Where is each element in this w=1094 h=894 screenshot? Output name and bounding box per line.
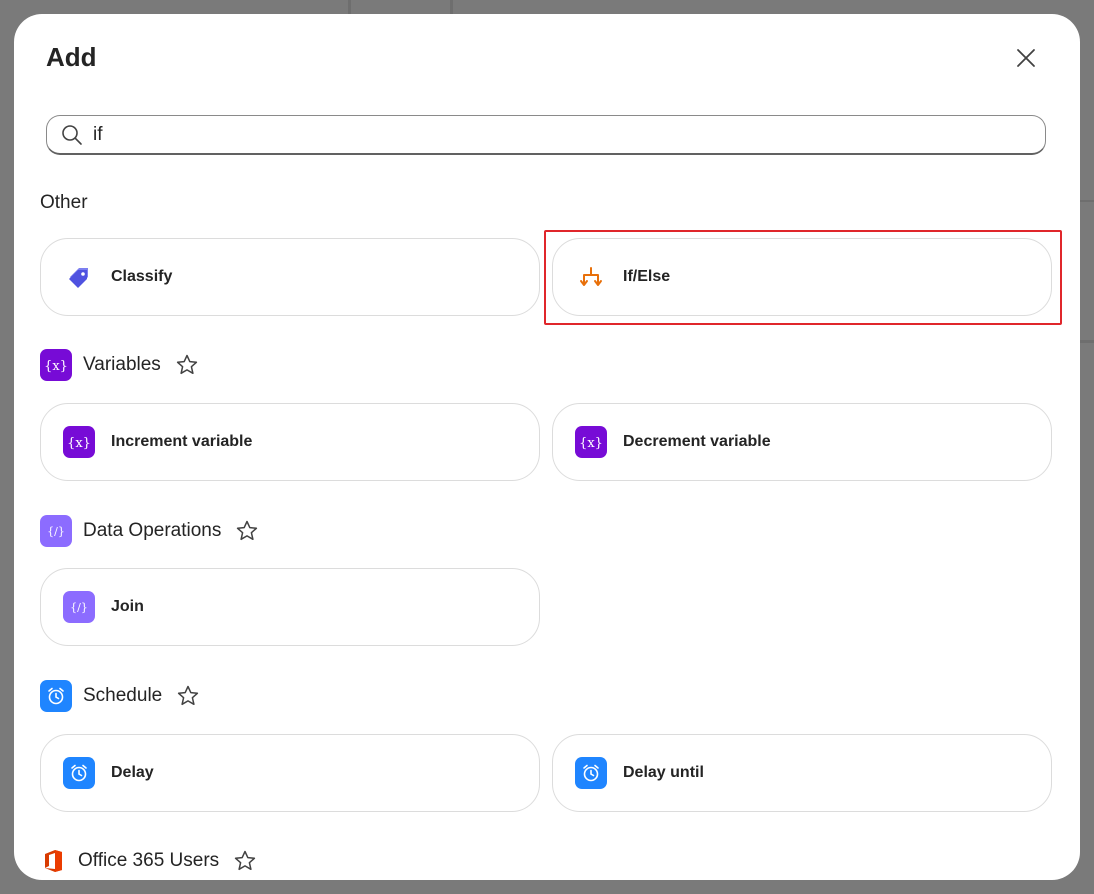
star-icon[interactable] [175,353,199,377]
section-header-data-operations: {∕} Data Operations [40,515,259,547]
backdrop-line [1080,200,1094,202]
close-icon [1016,48,1036,68]
alarm-clock-icon [575,757,607,789]
section-header-office365-users: Office 365 Users [40,845,257,877]
backdrop-line [348,0,351,14]
data-operations-icon: {∕} [63,591,95,623]
section-header-schedule: Schedule [40,680,200,712]
alarm-clock-icon [40,680,72,712]
dialog-title: Add [46,42,97,72]
action-card-join[interactable]: {∕} Join [40,568,540,646]
card-label: Delay [111,764,154,781]
variable-icon: {x} [40,349,72,381]
close-button[interactable] [1010,42,1042,74]
section-label: Office 365 Users [78,850,220,871]
action-card-delay-until[interactable]: Delay until [552,734,1052,812]
office-logo-icon [40,848,66,874]
star-icon[interactable] [176,684,200,708]
section-header-variables: {x} Variables [40,349,199,381]
section-header-other: Other [40,187,88,219]
add-dialog: Add Other Classify If/Else [14,14,1080,880]
svg-text:{∕}: {∕} [47,525,65,538]
search-input[interactable] [93,123,993,146]
alarm-clock-icon [63,757,95,789]
data-operations-icon: {∕} [40,515,72,547]
svg-text:{x}: {x} [44,359,68,374]
card-label: Increment variable [111,433,253,450]
action-card-increment-variable[interactable]: {x} Increment variable [40,403,540,481]
svg-text:{x}: {x} [67,436,91,451]
tag-icon [63,261,95,293]
backdrop-line [1080,340,1094,343]
variable-icon: {x} [575,426,607,458]
backdrop-line [450,0,453,14]
svg-text:{x}: {x} [579,436,603,451]
star-icon[interactable] [235,519,259,543]
section-label: Data Operations [83,520,222,541]
card-label: Delay until [623,764,704,781]
action-card-delay[interactable]: Delay [40,734,540,812]
section-label: Variables [83,354,161,375]
card-label: Decrement variable [623,433,771,450]
variable-icon: {x} [63,426,95,458]
svg-text:{∕}: {∕} [70,601,88,614]
card-label: Join [111,598,144,615]
search-box[interactable] [46,115,1046,155]
section-label: Other [40,192,88,213]
selection-highlight [544,230,1062,325]
section-label: Schedule [83,685,163,706]
search-icon [61,124,83,146]
star-icon[interactable] [233,849,257,873]
card-label: Classify [111,268,173,285]
action-card-classify[interactable]: Classify [40,238,540,316]
action-card-decrement-variable[interactable]: {x} Decrement variable [552,403,1052,481]
